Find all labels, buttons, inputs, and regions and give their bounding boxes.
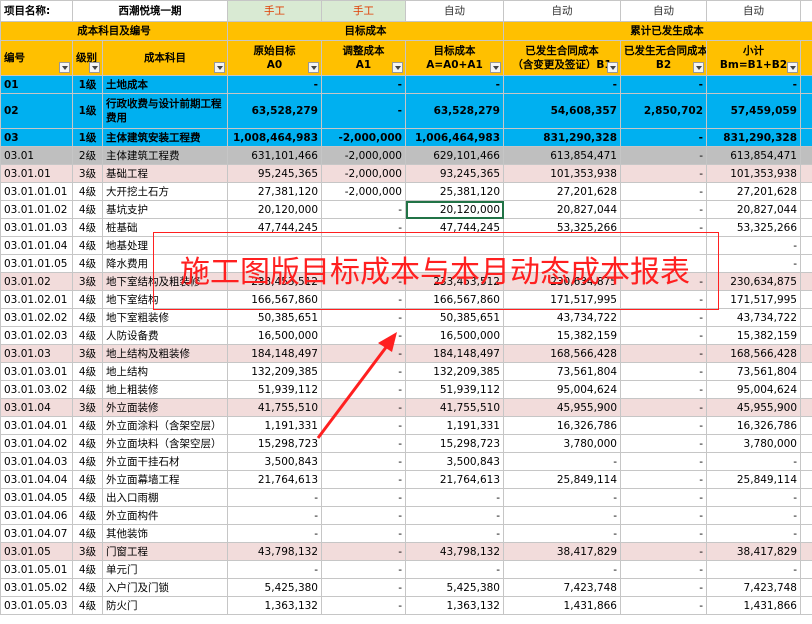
pointer-arrow-icon (316, 332, 397, 439)
report-title-text: 施工图版目标成本与本月动态成本报表 (180, 255, 690, 290)
report-title-overlay: 施工图版目标成本与本月动态成本报表 (153, 232, 719, 310)
